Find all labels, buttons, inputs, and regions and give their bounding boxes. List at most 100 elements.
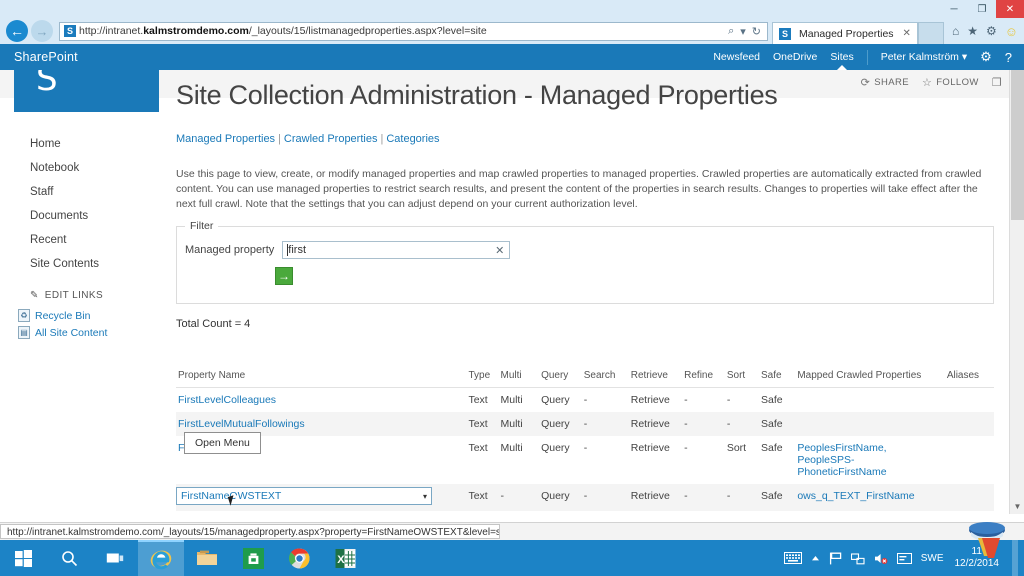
clear-icon[interactable]: ✕	[495, 244, 504, 257]
sidebar-item-documents[interactable]: Documents	[0, 204, 168, 228]
back-icon[interactable]: ←	[6, 20, 28, 42]
minimize-icon[interactable]: ─	[940, 0, 968, 18]
url-path: /_layouts/15/listmanagedproperties.aspx?…	[249, 25, 487, 37]
tab-managed-properties[interactable]: Managed Properties	[176, 133, 275, 145]
sidebar-item-home[interactable]: Home	[0, 132, 168, 156]
search-button[interactable]	[46, 540, 92, 576]
cell-sort: -	[725, 388, 759, 413]
tab-close-icon[interactable]: ✕	[903, 28, 911, 39]
table-row[interactable]: FirstLevelColleagues Text Multi Query - …	[176, 388, 994, 413]
tab-favicon-icon: S	[779, 28, 791, 40]
managed-property-input[interactable]: first ✕	[282, 241, 510, 259]
chrome-button[interactable]	[276, 540, 322, 576]
action-center-icon[interactable]	[897, 553, 912, 564]
cell-multi: Multi	[498, 412, 539, 436]
mapped-crawled-link[interactable]: PeoplesFirstName, PeopleSPS-PhoneticFirs…	[797, 442, 886, 478]
column-header-query[interactable]: Query	[539, 366, 582, 388]
flag-icon[interactable]	[829, 552, 842, 565]
cell-refine: -	[682, 436, 725, 484]
sidebar-item-all-site-content[interactable]: ▤ All Site Content	[0, 324, 168, 341]
smiley-icon[interactable]: ☺	[1005, 24, 1018, 39]
help-icon[interactable]: ?	[1005, 50, 1012, 65]
sharepoint-suite-bar: SharePoint Newsfeed OneDrive Sites Peter…	[0, 44, 1024, 70]
browser-titlebar: ─ ❐ ✕	[0, 0, 1024, 18]
table-row-selected[interactable]: FirstNameOWSTEXT ▾ Text - Query - Retrie…	[176, 484, 994, 511]
suite-link-onedrive[interactable]: OneDrive	[773, 51, 817, 63]
store-button[interactable]	[230, 540, 276, 576]
home-icon[interactable]: ⌂	[952, 24, 959, 38]
cell-sort: -	[725, 484, 759, 511]
user-menu[interactable]: Peter Kalmström ▾	[881, 51, 967, 63]
new-tab-button[interactable]	[918, 22, 944, 44]
chevron-down-icon[interactable]: ▾	[740, 25, 746, 38]
tab-managed-properties[interactable]: S Managed Properties ✕	[772, 22, 918, 44]
column-header-multi[interactable]: Multi	[498, 366, 539, 388]
address-bar[interactable]: S http://intranet.kalmstromdemo.com/_lay…	[59, 22, 768, 41]
refresh-icon[interactable]: ↻	[752, 25, 761, 38]
browser-window: ─ ❐ ✕ ← → S http://intranet.kalmstromdem…	[0, 0, 1024, 540]
chevron-down-icon[interactable]: ▾	[423, 492, 427, 501]
column-header-property-name[interactable]: Property Name	[176, 366, 466, 388]
page-description: Use this page to view, create, or modify…	[176, 167, 994, 212]
internet-explorer-button[interactable]	[138, 540, 184, 576]
screen: ─ ❐ ✕ ← → S http://intranet.kalmstromdem…	[0, 0, 1024, 576]
scroll-down-icon[interactable]: ▼	[1010, 499, 1024, 514]
sidebar-item-recycle-bin[interactable]: ♻ Recycle Bin	[0, 307, 168, 324]
forward-icon[interactable]: →	[31, 20, 53, 42]
url-prefix: http://intranet.	[79, 25, 143, 37]
cell-safe: Safe	[759, 484, 795, 511]
search-icon[interactable]: ⌕	[728, 25, 734, 38]
chevron-down-icon: ▾	[962, 51, 967, 63]
keyboard-icon[interactable]	[784, 552, 802, 564]
edit-links-label: EDIT LINKS	[45, 290, 103, 301]
column-header-sort[interactable]: Sort	[725, 366, 759, 388]
show-desktop-button[interactable]	[1012, 540, 1018, 576]
cell-mapped	[795, 412, 945, 436]
cell-multi: Multi	[498, 436, 539, 484]
network-icon[interactable]	[851, 552, 865, 565]
maximize-icon[interactable]: ❐	[968, 0, 996, 18]
edit-links-button[interactable]: ✎ EDIT LINKS	[0, 276, 168, 307]
notification-balloon[interactable]	[966, 522, 1008, 562]
chevron-up-icon[interactable]	[811, 555, 820, 562]
site-logo-mark: S	[36, 70, 58, 96]
sharepoint-brand[interactable]: SharePoint	[14, 50, 78, 64]
mapped-crawled-link[interactable]: ows_q_TEXT_FirstName	[797, 490, 914, 502]
sidebar-item-recent[interactable]: Recent	[0, 228, 168, 252]
column-header-type[interactable]: Type	[466, 366, 498, 388]
column-header-search[interactable]: Search	[582, 366, 629, 388]
filter-go-button[interactable]: →	[275, 267, 293, 285]
close-icon[interactable]: ✕	[996, 0, 1024, 18]
column-header-aliases[interactable]: Aliases	[945, 366, 994, 388]
property-link[interactable]: FirstLevelColleagues	[178, 394, 276, 406]
volume-muted-icon[interactable]	[874, 552, 888, 565]
column-header-refine[interactable]: Refine	[682, 366, 725, 388]
filter-panel: Filter Managed property first ✕ →	[176, 226, 994, 304]
scrollbar-thumb[interactable]	[1011, 70, 1024, 220]
start-button[interactable]	[0, 540, 46, 576]
property-name-selected-box[interactable]: FirstNameOWSTEXT ▾	[176, 487, 432, 505]
table-row[interactable]: F Open Menu Text Multi Query - Retrieve …	[176, 436, 994, 484]
site-logo[interactable]: S	[14, 70, 159, 112]
file-explorer-button[interactable]	[184, 540, 230, 576]
sidebar-item-staff[interactable]: Staff	[0, 180, 168, 204]
suite-link-sites[interactable]: Sites	[830, 51, 853, 63]
tab-categories[interactable]: Categories	[386, 133, 439, 145]
vertical-scrollbar[interactable]: ▲ ▼	[1009, 70, 1024, 514]
sidebar-item-site-contents[interactable]: Site Contents	[0, 252, 168, 276]
sidebar-item-notebook[interactable]: Notebook	[0, 156, 168, 180]
tab-crawled-properties[interactable]: Crawled Properties	[284, 133, 378, 145]
gear-icon[interactable]: ⚙	[986, 24, 997, 38]
column-header-safe[interactable]: Safe	[759, 366, 795, 388]
suite-link-newsfeed[interactable]: Newsfeed	[713, 51, 760, 63]
property-link[interactable]: FirstLevelMutualFollowings	[178, 418, 305, 430]
column-header-mapped-crawled-properties[interactable]: Mapped Crawled Properties	[795, 366, 945, 388]
browser-navbar: ← → S http://intranet.kalmstromdemo.com/…	[0, 18, 1024, 44]
excel-button[interactable]: X	[322, 540, 368, 576]
task-view-button[interactable]	[92, 540, 138, 576]
language-indicator[interactable]: SWE	[921, 553, 944, 564]
gear-icon[interactable]: ⚙	[980, 49, 992, 65]
favorites-icon[interactable]: ★	[967, 24, 978, 38]
column-header-retrieve[interactable]: Retrieve	[629, 366, 682, 388]
table-row[interactable]: FirstLevelMutualFollowings Text Multi Qu…	[176, 412, 994, 436]
